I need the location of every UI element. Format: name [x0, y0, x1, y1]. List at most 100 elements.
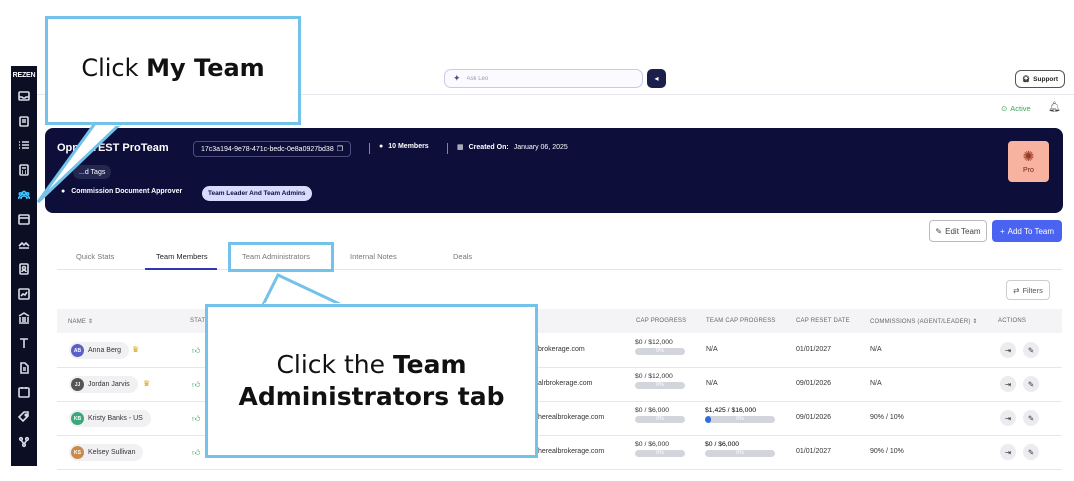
callout-text: Click the Team Administrators tab [238, 350, 505, 411]
cap-progress: $0 / $6,000 0% [635, 407, 687, 423]
cap-progress-bar: 0% [635, 450, 685, 457]
team-cap-progress: $0 / $6,000 0% [705, 441, 777, 457]
tab-quick-stats[interactable]: Quick Stats [76, 252, 114, 261]
team-cap-pct: 0% [736, 450, 744, 456]
cap-progress-bar: 0% [635, 348, 685, 355]
transfer-icon[interactable]: ⇥ [1000, 444, 1016, 460]
th-name[interactable]: NAME ⇕ [68, 318, 93, 325]
commissions: N/A [870, 380, 882, 387]
avatar: KS [71, 446, 84, 459]
sidebar-clipboard-icon[interactable] [15, 112, 33, 130]
plan-badge: ✺ Pro [1008, 141, 1049, 182]
cap-progress-pct: 0% [656, 416, 664, 422]
team-name: Opp... TEST ProTeam [57, 142, 169, 154]
sidebar-handshake-icon[interactable] [15, 235, 33, 253]
cap-progress-text: $0 / $12,000 [635, 339, 673, 346]
edit-team-button[interactable]: ✎ Edit Team [929, 220, 987, 242]
person-icon: ● [379, 143, 384, 150]
sidebar-chart-icon[interactable] [15, 285, 33, 303]
commissions: N/A [870, 346, 882, 353]
crown-icon: ♛ [132, 345, 140, 354]
th-commissions[interactable]: COMMISSIONS (AGENT/LEADER) ⇕ [870, 318, 978, 325]
headset-icon: 🎧︎ [1021, 76, 1031, 83]
cap-reset-date: 09/01/2026 [796, 414, 832, 421]
member-name-pill[interactable]: JJ Jordan Jarvis [69, 376, 138, 393]
transfer-icon[interactable]: ⇥ [1000, 376, 1016, 392]
created-label: Created On: [468, 143, 509, 151]
team-cap-pct: 9% [736, 416, 744, 422]
cap-reset-date: 09/01/2026 [796, 380, 832, 387]
sidebar-document-icon[interactable] [15, 359, 33, 377]
members-label: 10 Members [388, 143, 429, 150]
member-name-pill[interactable]: KB Kristy Banks - US [69, 410, 151, 427]
sidebar: REZEN [11, 66, 37, 466]
sidebar-contacts-icon[interactable] [15, 260, 33, 278]
search-input[interactable] [466, 75, 617, 82]
thumbs-up-icon: 👍︎ [192, 414, 201, 423]
status-label: Active [1010, 104, 1031, 113]
chevron-left-icon: ◂ [654, 74, 659, 83]
callout-text: Click My Team [81, 53, 265, 82]
transfer-icon[interactable]: ⇥ [1000, 342, 1016, 358]
transfer-icon[interactable]: ⇥ [1000, 410, 1016, 426]
thumbs-up-icon: 👍︎ [192, 346, 201, 355]
member-name: Kelsey Sullivan [88, 449, 136, 456]
sidebar-calculator-icon[interactable] [15, 161, 33, 179]
team-banner: Opp... TEST ProTeam 17c3a194-9e78-471c-b… [45, 128, 1063, 213]
sidebar-inbox-icon[interactable] [15, 87, 33, 105]
crown-icon: ♛ [143, 379, 151, 388]
team-cap-text: $0 / $6,000 [705, 441, 740, 448]
ai-send-button[interactable]: ◂ [647, 69, 666, 88]
person-icon: ● [61, 188, 66, 195]
tab-deals[interactable]: Deals [453, 252, 472, 261]
sidebar-network-icon[interactable] [15, 433, 33, 451]
add-to-team-button[interactable]: + Add To Team [992, 220, 1062, 242]
tags-chip[interactable]: ...d Tags [73, 165, 112, 179]
sidebar-text-icon[interactable] [15, 334, 33, 352]
active-tab-indicator [145, 268, 217, 270]
status-dot-icon: ⊙ [1001, 104, 1008, 113]
bell-icon[interactable]: 🔔︎ [1048, 102, 1061, 113]
filter-icon: ⇄ [1013, 285, 1020, 295]
member-email: alrbrokerage.com [538, 380, 593, 387]
cap-progress: $0 / $12,000 0% [635, 373, 687, 389]
status-indicator: ⊙ Active [1001, 104, 1031, 113]
copy-icon[interactable]: ❐ [337, 145, 343, 153]
support-label: Support [1033, 75, 1059, 83]
pencil-icon[interactable]: ✎ [1023, 342, 1039, 358]
thumbs-up-icon: 👍︎ [192, 380, 201, 389]
edit-team-label: Edit Team [945, 226, 981, 236]
search-bar[interactable]: ✦ [444, 69, 643, 88]
team-cap-text: $1,425 / $16,000 [705, 407, 757, 414]
members-count: ● 10 Members [379, 143, 429, 150]
cap-progress-pct: 0% [656, 450, 664, 456]
sidebar-bank-icon[interactable] [15, 309, 33, 327]
thumbs-up-icon: 👍︎ [192, 448, 201, 457]
calendar-icon: ▦ [457, 144, 464, 151]
pencil-icon[interactable]: ✎ [1023, 410, 1039, 426]
pencil-icon[interactable]: ✎ [1023, 376, 1039, 392]
callout-tail-admins [259, 273, 347, 309]
tab-internal-notes[interactable]: Internal Notes [350, 252, 397, 261]
support-button[interactable]: 🎧︎ Support [1015, 70, 1065, 88]
sidebar-calendar-icon[interactable] [15, 210, 33, 228]
cap-progress-text: $0 / $6,000 [635, 407, 670, 414]
team-id-chip[interactable]: 17c3a194-9e78-471c-bedc-0e8a0927bd38 ❐ [193, 141, 352, 157]
callout-my-team: Click My Team [45, 16, 301, 125]
sidebar-list-icon[interactable] [15, 136, 33, 154]
member-name-pill[interactable]: KS Kelsey Sullivan [69, 444, 144, 461]
tab-bar: Quick Stats Team Members Team Administra… [57, 246, 1062, 270]
member-name-pill[interactable]: AB Anna Berg [69, 342, 130, 359]
filters-button[interactable]: ⇄ Filters [1006, 280, 1050, 300]
cap-reset-date: 01/01/2027 [796, 448, 832, 455]
sidebar-tag-icon[interactable] [15, 408, 33, 426]
pencil-icon[interactable]: ✎ [1023, 444, 1039, 460]
sparkle-icon: ✦ [453, 73, 461, 83]
th-cap-progress: CAP PROGRESS [636, 318, 687, 324]
tab-team-members[interactable]: Team Members [156, 252, 208, 261]
divider [369, 143, 370, 154]
sidebar-schedule-icon[interactable] [15, 383, 33, 401]
tab-highlight-box [228, 242, 334, 272]
sidebar-my-team-icon[interactable] [15, 186, 33, 204]
add-to-team-label: Add To Team [1007, 226, 1055, 236]
